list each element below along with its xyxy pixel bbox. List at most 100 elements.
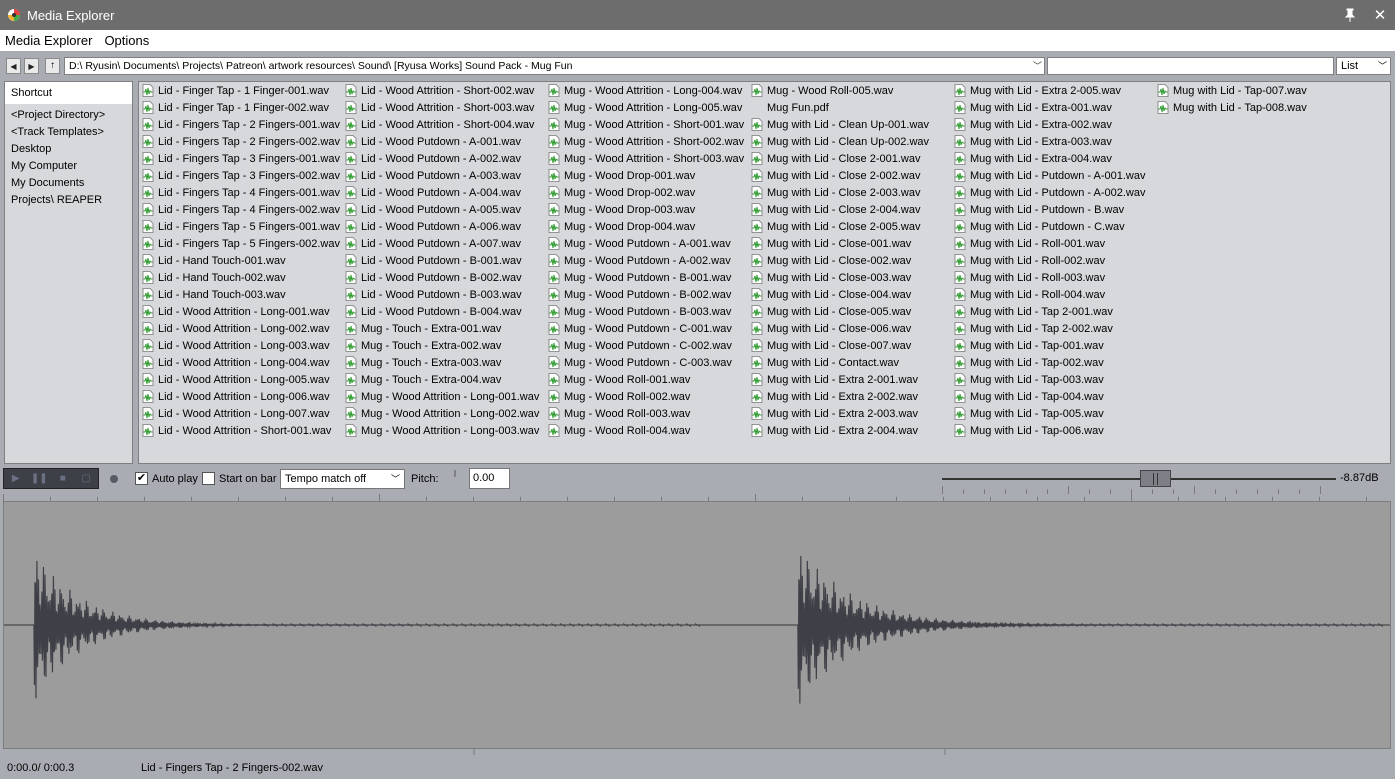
- file-item[interactable]: Lid - Finger Tap - 1 Finger-002.wav: [142, 99, 329, 116]
- sidebar-item-my-computer[interactable]: My Computer: [5, 158, 132, 175]
- file-item[interactable]: Lid - Wood Attrition - Long-005.wav: [142, 371, 330, 388]
- file-item[interactable]: Mug with Lid - Clean Up-001.wav: [751, 116, 929, 133]
- file-item[interactable]: Lid - Fingers Tap - 5 Fingers-001.wav: [142, 218, 340, 235]
- file-item[interactable]: Mug with Lid - Close-002.wav: [751, 252, 911, 269]
- file-item[interactable]: Mug - Wood Roll-003.wav: [548, 405, 690, 422]
- play-icon[interactable]: ▶: [4, 469, 28, 488]
- file-item[interactable]: Mug with Lid - Extra-001.wav: [954, 99, 1112, 116]
- loop-icon[interactable]: ▢: [75, 469, 99, 488]
- file-item[interactable]: Lid - Wood Putdown - A-001.wav: [345, 133, 521, 150]
- file-item[interactable]: Mug with Lid - Tap-008.wav: [1157, 99, 1307, 116]
- file-item[interactable]: Mug - Wood Attrition - Long-004.wav: [548, 82, 742, 99]
- file-item[interactable]: Mug with Lid - Tap-001.wav: [954, 337, 1104, 354]
- file-item[interactable]: Lid - Wood Attrition - Long-007.wav: [142, 405, 330, 422]
- close-icon[interactable]: ✕: [1365, 0, 1395, 30]
- sidebar-item-shortcut[interactable]: Shortcut: [5, 82, 132, 104]
- file-item[interactable]: Mug - Wood Roll-004.wav: [548, 422, 690, 439]
- file-item[interactable]: Mug with Lid - Tap 2-002.wav: [954, 320, 1113, 337]
- file-item[interactable]: Mug with Lid - Extra 2-001.wav: [751, 371, 918, 388]
- file-item[interactable]: Mug - Wood Putdown - B-002.wav: [548, 286, 731, 303]
- file-item[interactable]: Mug - Wood Putdown - B-003.wav: [548, 303, 731, 320]
- file-item[interactable]: Mug with Lid - Putdown - A-002.wav: [954, 184, 1145, 201]
- file-item[interactable]: Mug - Wood Drop-002.wav: [548, 184, 695, 201]
- file-item[interactable]: Lid - Wood Attrition - Short-001.wav: [142, 422, 331, 439]
- pitch-input[interactable]: 0.00: [469, 468, 510, 489]
- file-item[interactable]: Lid - Hand Touch-002.wav: [142, 269, 286, 286]
- file-item[interactable]: Mug - Wood Roll-005.wav: [751, 82, 893, 99]
- file-item[interactable]: Lid - Wood Putdown - A-002.wav: [345, 150, 521, 167]
- file-item[interactable]: Mug - Touch - Extra-001.wav: [345, 320, 501, 337]
- file-item[interactable]: Mug with Lid - Tap-005.wav: [954, 405, 1104, 422]
- file-item[interactable]: Mug - Wood Putdown - C-002.wav: [548, 337, 732, 354]
- file-item[interactable]: Lid - Wood Putdown - A-003.wav: [345, 167, 521, 184]
- file-item[interactable]: Lid - Wood Putdown - A-007.wav: [345, 235, 521, 252]
- file-item[interactable]: Mug with Lid - Tap-003.wav: [954, 371, 1104, 388]
- file-item[interactable]: Mug - Touch - Extra-003.wav: [345, 354, 501, 371]
- file-item[interactable]: Mug with Lid - Extra 2-003.wav: [751, 405, 918, 422]
- file-item[interactable]: Mug with Lid - Roll-001.wav: [954, 235, 1105, 252]
- file-item[interactable]: Mug with Lid - Extra 2-005.wav: [954, 82, 1121, 99]
- file-item[interactable]: Mug with Lid - Putdown - C.wav: [954, 218, 1125, 235]
- file-item[interactable]: Mug with Lid - Putdown - A-001.wav: [954, 167, 1145, 184]
- file-item[interactable]: Lid - Wood Attrition - Short-002.wav: [345, 82, 534, 99]
- pin-icon[interactable]: [1335, 0, 1365, 30]
- file-item[interactable]: Mug with Lid - Tap 2-001.wav: [954, 303, 1113, 320]
- search-input[interactable]: [1047, 57, 1334, 75]
- file-item[interactable]: Lid - Fingers Tap - 4 Fingers-001.wav: [142, 184, 340, 201]
- file-item[interactable]: Mug - Wood Roll-001.wav: [548, 371, 690, 388]
- file-item[interactable]: Lid - Fingers Tap - 2 Fingers-001.wav: [142, 116, 340, 133]
- menu-media-explorer[interactable]: Media Explorer: [0, 33, 99, 48]
- file-item[interactable]: Lid - Hand Touch-001.wav: [142, 252, 286, 269]
- file-item[interactable]: Mug - Wood Attrition - Short-001.wav: [548, 116, 744, 133]
- file-item[interactable]: Mug with Lid - Close-007.wav: [751, 337, 911, 354]
- file-item[interactable]: Mug with Lid - Extra-004.wav: [954, 150, 1112, 167]
- file-item[interactable]: Mug with Lid - Roll-002.wav: [954, 252, 1105, 269]
- menu-options[interactable]: Options: [99, 33, 156, 48]
- chevron-down-icon[interactable]: ﹀: [1033, 58, 1042, 74]
- view-mode-select[interactable]: List ﹀: [1336, 57, 1391, 75]
- file-item[interactable]: Mug - Wood Drop-003.wav: [548, 201, 695, 218]
- back-arrow-icon[interactable]: ◀: [6, 58, 21, 74]
- file-item[interactable]: Mug - Wood Putdown - B-001.wav: [548, 269, 731, 286]
- file-item[interactable]: Mug with Lid - Close-006.wav: [751, 320, 911, 337]
- file-item[interactable]: Lid - Fingers Tap - 4 Fingers-002.wav: [142, 201, 340, 218]
- file-item[interactable]: Mug with Lid - Putdown - B.wav: [954, 201, 1124, 218]
- file-item[interactable]: Mug with Lid - Close 2-003.wav: [751, 184, 920, 201]
- parent-folder-icon[interactable]: ⭡: [45, 58, 60, 74]
- file-item[interactable]: Mug - Wood Putdown - C-001.wav: [548, 320, 732, 337]
- file-item[interactable]: Mug - Wood Roll-002.wav: [548, 388, 690, 405]
- file-item[interactable]: Mug with Lid - Close-003.wav: [751, 269, 911, 286]
- sidebar-item-desktop[interactable]: Desktop: [5, 141, 132, 158]
- file-item[interactable]: Lid - Wood Putdown - A-004.wav: [345, 184, 521, 201]
- record-icon[interactable]: [110, 475, 118, 483]
- waveform-display[interactable]: [3, 501, 1391, 749]
- file-item[interactable]: Mug with Lid - Close 2-002.wav: [751, 167, 920, 184]
- file-item[interactable]: Mug with Lid - Extra 2-004.wav: [751, 422, 918, 439]
- file-item[interactable]: Mug - Wood Attrition - Long-002.wav: [345, 405, 539, 422]
- file-item[interactable]: Mug with Lid - Roll-003.wav: [954, 269, 1105, 286]
- file-item[interactable]: Mug - Touch - Extra-002.wav: [345, 337, 501, 354]
- file-item[interactable]: Lid - Wood Putdown - B-002.wav: [345, 269, 522, 286]
- file-item[interactable]: Mug - Wood Attrition - Short-002.wav: [548, 133, 744, 150]
- sidebar-item-track-templates[interactable]: <Track Templates>: [5, 124, 132, 141]
- file-item[interactable]: Lid - Finger Tap - 1 Finger-001.wav: [142, 82, 329, 99]
- file-item[interactable]: Lid - Wood Attrition - Long-003.wav: [142, 337, 330, 354]
- file-item[interactable]: Mug - Wood Attrition - Short-003.wav: [548, 150, 744, 167]
- file-item[interactable]: Mug Fun.pdf: [751, 99, 829, 116]
- file-item[interactable]: Mug with Lid - Close-004.wav: [751, 286, 911, 303]
- file-item[interactable]: Mug with Lid - Tap-006.wav: [954, 422, 1104, 439]
- file-item[interactable]: Lid - Fingers Tap - 5 Fingers-002.wav: [142, 235, 340, 252]
- file-item[interactable]: Mug with Lid - Close 2-005.wav: [751, 218, 920, 235]
- volume-slider-thumb[interactable]: [1139, 470, 1171, 487]
- path-input[interactable]: D:\ Ryusin\ Documents\ Projects\ Patreon…: [64, 57, 1045, 75]
- file-item[interactable]: Mug with Lid - Extra-002.wav: [954, 116, 1112, 133]
- file-item[interactable]: Mug with Lid - Clean Up-002.wav: [751, 133, 929, 150]
- file-item[interactable]: Mug - Wood Drop-001.wav: [548, 167, 695, 184]
- file-item[interactable]: Mug with Lid - Tap-007.wav: [1157, 82, 1307, 99]
- file-item[interactable]: Mug with Lid - Extra-003.wav: [954, 133, 1112, 150]
- file-item[interactable]: Mug with Lid - Tap-002.wav: [954, 354, 1104, 371]
- file-item[interactable]: Mug with Lid - Roll-004.wav: [954, 286, 1105, 303]
- file-item[interactable]: Lid - Wood Attrition - Long-004.wav: [142, 354, 330, 371]
- forward-arrow-icon[interactable]: ▶: [24, 58, 39, 74]
- file-item[interactable]: Lid - Wood Putdown - B-001.wav: [345, 252, 522, 269]
